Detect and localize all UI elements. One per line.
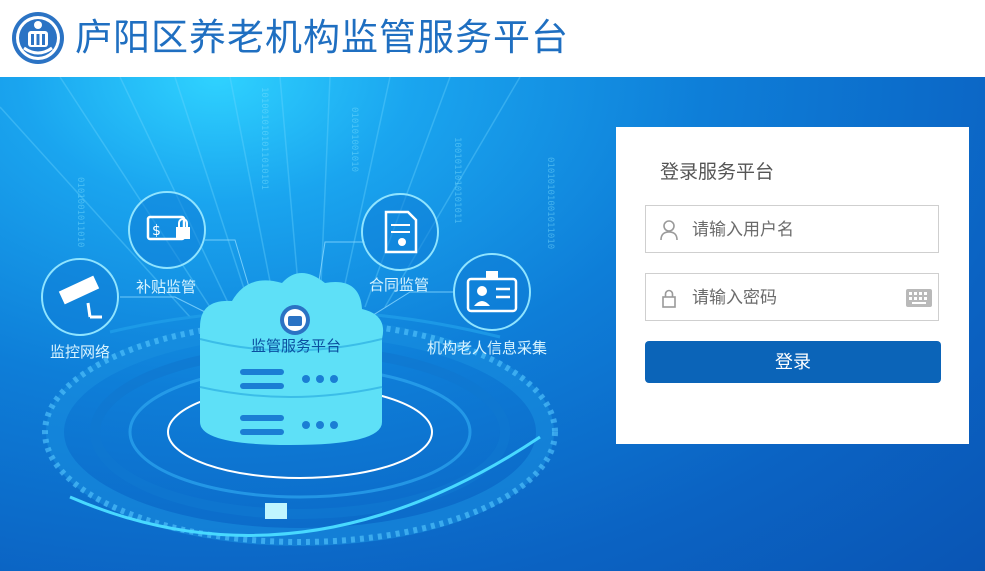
login-button[interactable]: 登录	[645, 341, 941, 383]
subsidy-lock-icon: $	[128, 191, 206, 269]
login-panel: 登录服务平台 登录	[616, 127, 969, 444]
node-label-monitoring: 监控网络	[50, 343, 111, 361]
node-label-elderly-info: 机构老人信息采集	[427, 339, 548, 357]
svg-text:1010010101011010101: 1010010101011010101	[259, 87, 269, 190]
password-input[interactable]	[690, 274, 904, 322]
svg-text:1001011010101011: 1001011010101011	[452, 137, 462, 224]
contract-document-icon	[361, 193, 439, 271]
password-field	[645, 273, 939, 322]
node-label-subsidy: 补贴监管	[136, 278, 197, 296]
cloud-server-icon	[199, 273, 384, 445]
cctv-camera-icon	[41, 258, 119, 336]
user-icon	[660, 220, 678, 241]
keyboard-icon[interactable]	[906, 289, 932, 307]
emblem-logo-icon	[12, 12, 64, 64]
site-title: 庐阳区养老机构监管服务平台	[75, 16, 569, 59]
username-input[interactable]	[690, 206, 904, 254]
node-label-contract: 合同监管	[369, 276, 430, 294]
username-field	[645, 205, 939, 254]
header: 庐阳区养老机构监管服务平台	[0, 0, 985, 77]
cloud-label: 监管服务平台	[250, 337, 341, 355]
svg-text:010101001010: 010101001010	[349, 107, 359, 172]
login-title: 登录服务平台	[660, 161, 775, 183]
lock-icon	[662, 289, 676, 308]
svg-text:$: $	[152, 223, 161, 239]
svg-text:01010101001011010: 01010101001011010	[545, 157, 555, 249]
id-card-icon	[453, 253, 531, 331]
svg-text:0101001011010: 0101001011010	[75, 177, 85, 247]
